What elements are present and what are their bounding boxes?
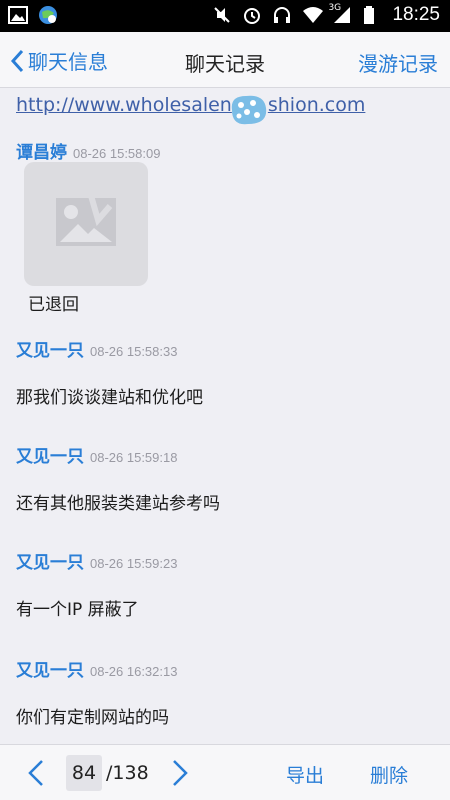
sender-name: 又见一只 — [16, 447, 84, 467]
total-pages: /138 — [106, 762, 149, 784]
image-icon — [8, 5, 28, 25]
status-right: 3G 18:25 — [212, 3, 440, 26]
headset-icon — [272, 5, 292, 25]
message-item: 又见一只 08-26 15:59:23 有一个IP 屏蔽了 — [16, 548, 436, 620]
message-timestamp: 08-26 15:59:23 — [90, 556, 178, 571]
chat-history[interactable]: http://www.wholesalen shion.com 谭昌婷 08-26 … — [0, 88, 450, 744]
mute-icon — [212, 5, 232, 25]
roaming-records-button[interactable]: 漫游记录 — [358, 48, 438, 77]
message-item: 又见一只 08-26 15:59:18 还有其他服装类建站参考吗 — [16, 442, 436, 514]
message-timestamp: 08-26 15:59:18 — [90, 450, 178, 465]
revoked-status: 已退回 — [28, 295, 79, 315]
wifi-icon — [302, 5, 324, 25]
chevron-left-icon[interactable] — [22, 757, 50, 789]
message-item: 又见一只 08-26 16:32:13 你们有定制网站的吗 — [16, 656, 436, 728]
current-page-input[interactable]: 84 — [66, 755, 102, 791]
alarm-icon — [242, 5, 262, 25]
sender-name: 又见一只 — [16, 661, 84, 681]
status-bar: 3G 18:25 — [0, 0, 450, 32]
message-timestamp: 08-26 15:58:09 — [73, 146, 161, 161]
sender-name: 谭昌婷 — [16, 143, 67, 163]
link-text-tail: shion.com — [267, 94, 366, 116]
bottom-toolbar: 84 /138 导出 删除 — [0, 744, 450, 800]
message-text: 有一个IP 屏蔽了 — [16, 600, 139, 620]
battery-icon — [362, 5, 382, 25]
message-timestamp: 08-26 16:32:13 — [90, 664, 178, 679]
sender-name: 又见一只 — [16, 553, 84, 573]
message-timestamp: 08-26 15:58:33 — [90, 344, 178, 359]
browser-globe-icon — [38, 5, 58, 25]
delete-button[interactable]: 删除 — [370, 761, 408, 788]
image-placeholder[interactable] — [24, 162, 148, 286]
signal-icon: 3G — [328, 3, 352, 25]
message-text: 还有其他服装类建站参考吗 — [16, 494, 220, 514]
link-text: http://www.wholesalen — [16, 94, 232, 116]
message-text: 你们有定制网站的吗 — [16, 708, 169, 728]
export-button[interactable]: 导出 — [286, 761, 324, 788]
message-item: 又见一只 08-26 15:58:33 那我们谈谈建站和优化吧 — [16, 336, 436, 408]
message-item: 谭昌婷 08-26 15:58:09 — [16, 138, 436, 163]
network-type-label: 3G — [328, 3, 342, 13]
status-time: 18:25 — [392, 4, 440, 25]
sender-name: 又见一只 — [16, 341, 84, 361]
chevron-right-icon[interactable] — [166, 757, 194, 789]
website-link[interactable]: http://www.wholesalen shion.com — [16, 94, 365, 116]
status-left — [8, 5, 58, 25]
image-broken-icon — [56, 191, 116, 246]
loading-blob-icon — [231, 95, 267, 125]
nav-header: 聊天信息 聊天记录 漫游记录 — [0, 32, 450, 88]
message-text: 那我们谈谈建站和优化吧 — [16, 388, 203, 408]
